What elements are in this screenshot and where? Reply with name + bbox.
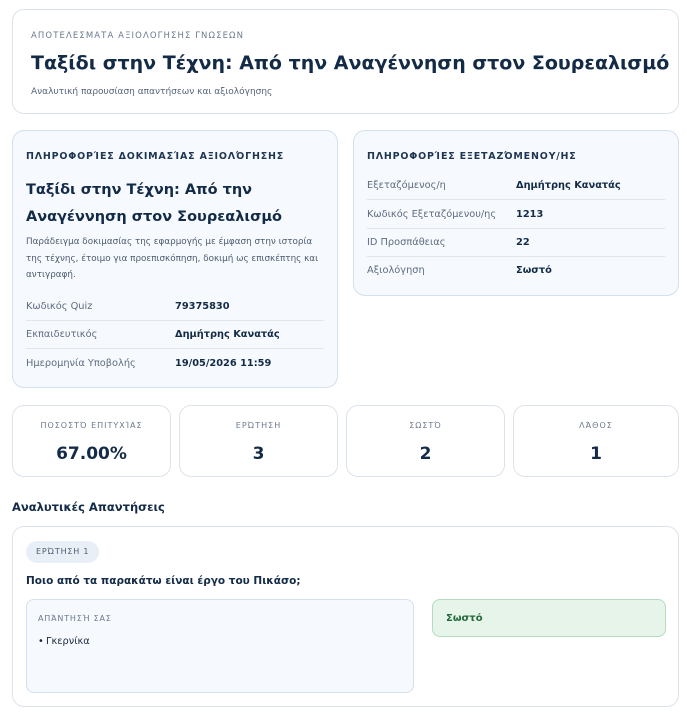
stat-success-rate-label: ΠΟΣΟΣΤΌ ΕΠΙΤΥΧΊΑΣ — [40, 421, 143, 430]
examinee-code-label: Κωδικός Εξεταζόμενου/ης — [367, 209, 497, 220]
submission-date-label: Ημερομηνία Υποβολής — [26, 358, 136, 369]
quiz-code-value: 79375830 — [175, 301, 230, 312]
quiz-info-heading: ΠΛΗΡΟΦΟΡΊΕΣ ΔΟΚΙΜΑΣΊΑΣ ΑΞΙΟΛΌΓΗΣΗΣ — [26, 151, 285, 162]
evaluation-value: Σωστό — [516, 265, 552, 276]
page-subtitle: Αναλυτική παρουσίαση απαντήσεων και αξιο… — [31, 87, 273, 97]
attempt-id-row: ID Προσπάθειας 22 — [367, 229, 665, 257]
your-answer-value: Γκερνίκα — [38, 636, 90, 647]
quiz-description: Παράδειγμα δοκιμασίας της εφαρμογής με έ… — [26, 237, 319, 280]
stat-success-rate-value: 67.00% — [56, 444, 127, 464]
examinee-code-value: 1213 — [516, 209, 544, 220]
stat-correct: ΣΩΣΤΌ 2 — [346, 405, 505, 477]
stat-wrong-value: 1 — [590, 444, 602, 464]
header-eyebrow: ΑΠΟΤΕΛΕΣΜΑΤΑ ΑΞΙΟΛΟΓΗΣΗΣ ΓΝΩΣΕΩΝ — [31, 31, 245, 41]
attempt-id-value: 22 — [516, 237, 530, 248]
stat-correct-value: 2 — [419, 444, 432, 464]
stat-questions-value: 3 — [252, 444, 265, 464]
question-number-badge: ΕΡΏΤΗΣΗ 1 — [26, 541, 100, 563]
answer-card: ΕΡΏΤΗΣΗ 1 Ποιο από τα παρακάτω είναι έργ… — [12, 526, 679, 707]
stat-questions: ΕΡΏΤΗΣΗ 3 — [179, 405, 338, 477]
stat-correct-label: ΣΩΣΤΌ — [409, 421, 442, 430]
results-header: ΑΠΟΤΕΛΕΣΜΑΤΑ ΑΞΙΟΛΟΓΗΣΗΣ ΓΝΩΣΕΩΝ Ταξίδι … — [12, 9, 679, 114]
examinee-code-row: Κωδικός Εξεταζόμενου/ης 1213 — [367, 201, 665, 229]
quiz-code-row: Κωδικός Quiz 79375830 — [26, 293, 324, 321]
submission-date-row: Ημερομηνία Υποβολής 19/05/2026 11:59 — [26, 350, 324, 378]
stat-questions-label: ΕΡΏΤΗΣΗ — [235, 421, 282, 430]
teacher-label: Εκπαιδευτικός — [26, 329, 98, 340]
examinee-info-heading: ΠΛΗΡΟΦΟΡΊΕΣ ΕΞΕΤΑΖΌΜΕΝΟΥ/ΗΣ — [367, 151, 577, 162]
your-answer-label: ΑΠΆΝΤΗΣΉ ΣΑΣ — [38, 614, 112, 623]
question-text: Ποιο από τα παρακάτω είναι έργο του Πικά… — [26, 575, 301, 587]
stat-wrong-label: ΛΆΘΟΣ — [579, 421, 613, 430]
answers-section-heading: Αναλυτικές Απαντήσεις — [12, 500, 165, 514]
answer-result-value: Σωστό — [446, 613, 483, 624]
evaluation-label: Αξιολόγηση — [367, 265, 425, 276]
teacher-row: Εκπαιδευτικός Δημήτρης Κανατάς — [26, 321, 324, 349]
quiz-info-card: ΠΛΗΡΟΦΟΡΊΕΣ ΔΟΚΙΜΑΣΊΑΣ ΑΞΙΟΛΌΓΗΣΗΣ Ταξίδ… — [12, 130, 338, 388]
examinee-name-row: Εξεταζόμενος/η Δημήτρης Κανατάς — [367, 172, 665, 200]
stat-success-rate: ΠΟΣΟΣΤΌ ΕΠΙΤΥΧΊΑΣ 67.00% — [12, 405, 171, 477]
page-title: Ταξίδι στην Τέχνη: Από την Αναγέννηση στ… — [31, 52, 670, 74]
submission-date-value: 19/05/2026 11:59 — [175, 358, 272, 369]
quiz-title: Ταξίδι στην Τέχνη: Από την Αναγέννηση στ… — [26, 182, 283, 225]
examinee-name-label: Εξεταζόμενος/η — [367, 180, 446, 191]
stat-wrong: ΛΆΘΟΣ 1 — [513, 405, 679, 477]
evaluation-row: Αξιολόγηση Σωστό — [367, 257, 665, 285]
teacher-value: Δημήτρης Κανατάς — [175, 329, 280, 340]
answer-result-box: Σωστό — [432, 599, 666, 637]
attempt-id-label: ID Προσπάθειας — [367, 237, 446, 248]
quiz-code-label: Κωδικός Quiz — [26, 301, 93, 312]
examinee-name-value: Δημήτρης Κανατάς — [516, 180, 621, 191]
your-answer-box: ΑΠΆΝΤΗΣΉ ΣΑΣ Γκερνίκα — [26, 599, 414, 693]
examinee-info-card: ΠΛΗΡΟΦΟΡΊΕΣ ΕΞΕΤΑΖΌΜΕΝΟΥ/ΗΣ Εξεταζόμενος… — [353, 130, 679, 296]
